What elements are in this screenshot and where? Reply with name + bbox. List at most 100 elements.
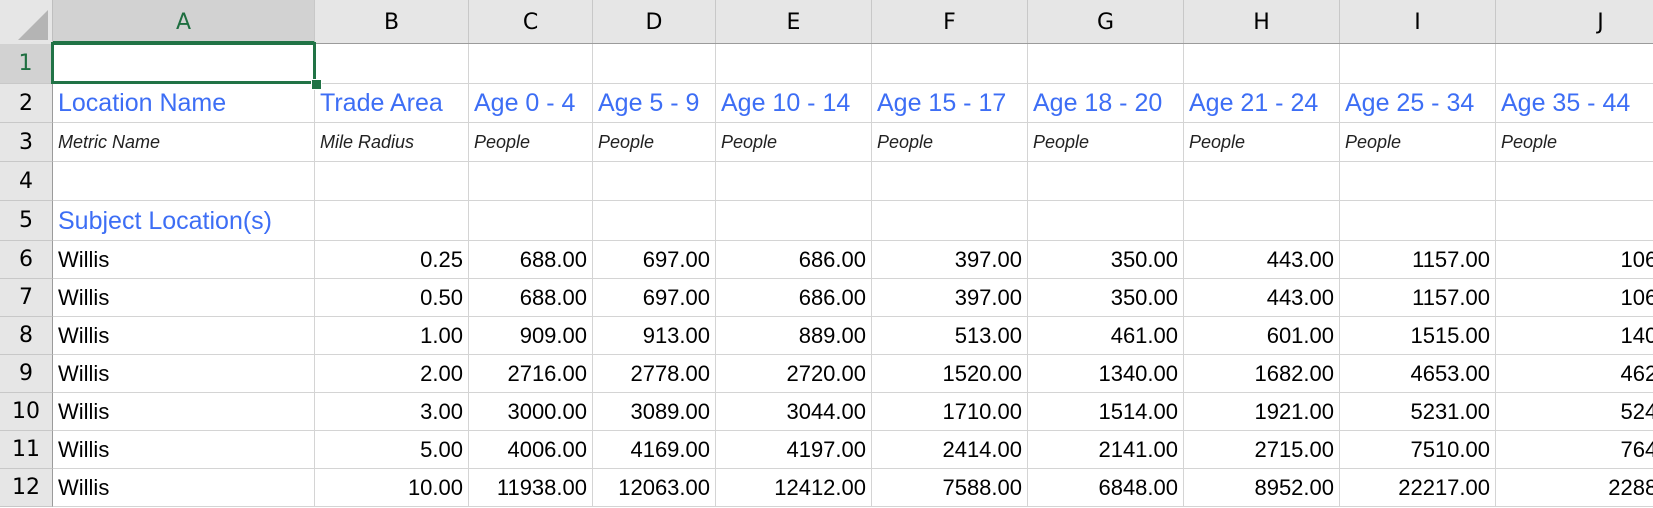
cell-i11[interactable]: 7510.00 [1340, 431, 1496, 469]
column-header-h[interactable]: H [1184, 0, 1340, 43]
cell-g3[interactable]: People [1028, 123, 1184, 162]
cell-j6[interactable]: 1063.00 [1496, 241, 1653, 279]
cell-i10[interactable]: 5231.00 [1340, 393, 1496, 431]
cell-f6[interactable]: 397.00 [872, 241, 1028, 279]
cell-c10[interactable]: 3000.00 [469, 393, 593, 431]
cell-c9[interactable]: 2716.00 [469, 355, 593, 393]
cell-e7[interactable]: 686.00 [716, 279, 872, 317]
cell-j7[interactable]: 1063.00 [1496, 279, 1653, 317]
row-header-6[interactable]: 6 [0, 241, 53, 279]
cell-i8[interactable]: 1515.00 [1340, 317, 1496, 355]
cell-b1[interactable] [315, 44, 469, 84]
cell-h3[interactable]: People [1184, 123, 1340, 162]
cell-a7[interactable]: Willis [53, 279, 315, 317]
cell-e2[interactable]: Age 10 - 14 [716, 84, 872, 123]
cell-j2[interactable]: Age 35 - 44 [1496, 84, 1653, 123]
cell-b3[interactable]: Mile Radius [315, 123, 469, 162]
cell-g2[interactable]: Age 18 - 20 [1028, 84, 1184, 123]
cell-i6[interactable]: 1157.00 [1340, 241, 1496, 279]
cell-j4[interactable] [1496, 162, 1653, 201]
cell-h9[interactable]: 1682.00 [1184, 355, 1340, 393]
cell-f3[interactable]: People [872, 123, 1028, 162]
cell-i1[interactable] [1340, 44, 1496, 84]
cell-g8[interactable]: 461.00 [1028, 317, 1184, 355]
cell-e9[interactable]: 2720.00 [716, 355, 872, 393]
cell-h11[interactable]: 2715.00 [1184, 431, 1340, 469]
cell-h1[interactable] [1184, 44, 1340, 84]
cell-j1[interactable] [1496, 44, 1653, 84]
cell-i5[interactable] [1340, 201, 1496, 241]
cell-d2[interactable]: Age 5 - 9 [593, 84, 716, 123]
cell-f12[interactable]: 7588.00 [872, 469, 1028, 507]
cell-c8[interactable]: 909.00 [469, 317, 593, 355]
cell-e10[interactable]: 3044.00 [716, 393, 872, 431]
cell-g1[interactable] [1028, 44, 1184, 84]
cell-g6[interactable]: 350.00 [1028, 241, 1184, 279]
cell-j10[interactable]: 5248.00 [1496, 393, 1653, 431]
cell-d6[interactable]: 697.00 [593, 241, 716, 279]
row-header-10[interactable]: 10 [0, 393, 53, 431]
cell-f5[interactable] [872, 201, 1028, 241]
cell-b10[interactable]: 3.00 [315, 393, 469, 431]
column-header-a[interactable]: A [53, 0, 315, 43]
cell-b7[interactable]: 0.50 [315, 279, 469, 317]
row-header-12[interactable]: 12 [0, 469, 53, 507]
cell-e6[interactable]: 686.00 [716, 241, 872, 279]
cell-g9[interactable]: 1340.00 [1028, 355, 1184, 393]
cell-a3[interactable]: Metric Name [53, 123, 315, 162]
cell-e1[interactable] [716, 44, 872, 84]
cell-e12[interactable]: 12412.00 [716, 469, 872, 507]
cell-d5[interactable] [593, 201, 716, 241]
cell-f8[interactable]: 513.00 [872, 317, 1028, 355]
cell-c12[interactable]: 11938.00 [469, 469, 593, 507]
column-header-g[interactable]: G [1028, 0, 1184, 43]
row-header-1[interactable]: 1 [0, 44, 53, 84]
select-all-button[interactable] [0, 0, 53, 44]
cell-h5[interactable] [1184, 201, 1340, 241]
cell-g7[interactable]: 350.00 [1028, 279, 1184, 317]
cell-j9[interactable]: 4628.00 [1496, 355, 1653, 393]
cell-g11[interactable]: 2141.00 [1028, 431, 1184, 469]
cell-i12[interactable]: 22217.00 [1340, 469, 1496, 507]
cell-g12[interactable]: 6848.00 [1028, 469, 1184, 507]
row-header-9[interactable]: 9 [0, 355, 53, 393]
cell-j11[interactable]: 7646.00 [1496, 431, 1653, 469]
cell-d3[interactable]: People [593, 123, 716, 162]
cell-c11[interactable]: 4006.00 [469, 431, 593, 469]
cell-a11[interactable]: Willis [53, 431, 315, 469]
cell-e4[interactable] [716, 162, 872, 201]
cell-a5[interactable]: Subject Location(s) [53, 201, 315, 241]
cell-h7[interactable]: 443.00 [1184, 279, 1340, 317]
cell-c3[interactable]: People [469, 123, 593, 162]
cell-b8[interactable]: 1.00 [315, 317, 469, 355]
cell-j3[interactable]: People [1496, 123, 1653, 162]
cell-f1[interactable] [872, 44, 1028, 84]
cell-h2[interactable]: Age 21 - 24 [1184, 84, 1340, 123]
cell-i2[interactable]: Age 25 - 34 [1340, 84, 1496, 123]
row-header-5[interactable]: 5 [0, 201, 53, 241]
cell-f4[interactable] [872, 162, 1028, 201]
cell-c6[interactable]: 688.00 [469, 241, 593, 279]
cell-e5[interactable] [716, 201, 872, 241]
cell-f11[interactable]: 2414.00 [872, 431, 1028, 469]
cell-j8[interactable]: 1400.00 [1496, 317, 1653, 355]
cell-g5[interactable] [1028, 201, 1184, 241]
cell-h12[interactable]: 8952.00 [1184, 469, 1340, 507]
cell-i4[interactable] [1340, 162, 1496, 201]
cell-a12[interactable]: Willis [53, 469, 315, 507]
cell-h6[interactable]: 443.00 [1184, 241, 1340, 279]
cell-h8[interactable]: 601.00 [1184, 317, 1340, 355]
column-header-e[interactable]: E [716, 0, 872, 43]
cell-c5[interactable] [469, 201, 593, 241]
cell-a2[interactable]: Location Name [53, 84, 315, 123]
fill-handle[interactable] [311, 79, 322, 90]
cell-d1[interactable] [593, 44, 716, 84]
cell-g4[interactable] [1028, 162, 1184, 201]
cell-j12[interactable]: 22884.00 [1496, 469, 1653, 507]
cell-f10[interactable]: 1710.00 [872, 393, 1028, 431]
row-header-2[interactable]: 2 [0, 84, 53, 123]
cell-b9[interactable]: 2.00 [315, 355, 469, 393]
cell-b2[interactable]: Trade Area [315, 84, 469, 123]
cell-i3[interactable]: People [1340, 123, 1496, 162]
cell-c7[interactable]: 688.00 [469, 279, 593, 317]
